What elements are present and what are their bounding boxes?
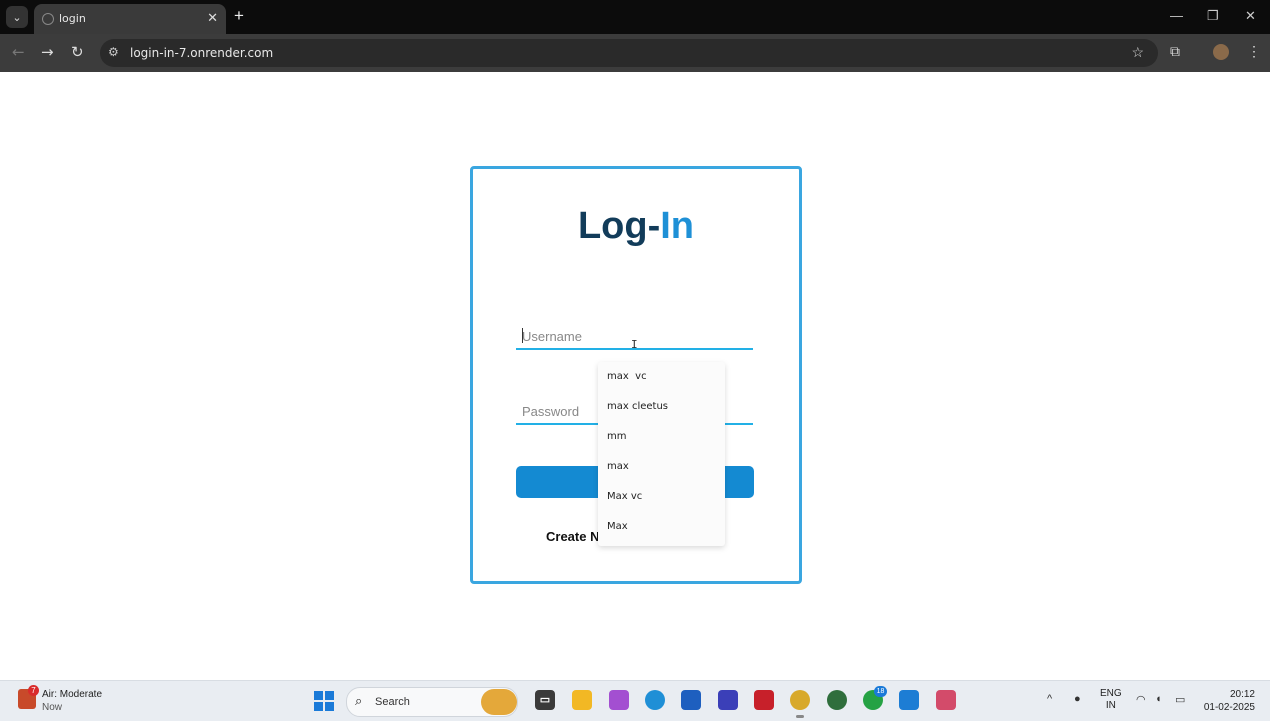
battery-icon[interactable]: ▭ [1175,693,1185,706]
forward-arrow-icon[interactable]: → [41,43,54,61]
globe-icon [42,13,54,25]
browser-tab[interactable]: login ✕ [34,4,226,34]
volume-icon[interactable]: ◖ [1155,693,1162,705]
whatsapp-badge: 18 [874,686,887,697]
search-label: Search [375,696,410,708]
lang-code: ENG [1100,688,1122,699]
url-text[interactable]: login-in-7.onrender.com [130,46,273,60]
text-cursor-icon: I [631,338,638,351]
search-icon: ⌕ [355,693,363,708]
address-bar[interactable]: ⚙ login-in-7.onrender.com ☆ [100,39,1158,67]
mongodb-icon[interactable] [827,690,847,710]
site-info-icon[interactable]: ⚙ [108,45,119,59]
profile-avatar[interactable] [1213,44,1229,60]
browser-toolbar: ← → ↻ ⚙ login-in-7.onrender.com ☆ ⧉ ⋮ [0,34,1270,72]
text-caret [522,328,523,343]
more-menu-icon[interactable]: ⋮ [1247,43,1261,60]
language-indicator[interactable]: ENG IN [1100,688,1122,712]
lang-region: IN [1105,700,1116,711]
clock-date: 01-02-2025 [1203,702,1255,713]
editor-app-icon[interactable] [718,690,738,710]
copilot-icon[interactable] [609,690,629,710]
back-arrow-icon[interactable]: ← [12,43,25,61]
title-part-in: In [660,205,695,247]
weather-title: Air: Moderate [42,689,103,700]
search-highlight-icon [481,689,517,715]
wifi-icon[interactable]: ◠ [1136,693,1146,706]
active-app-indicator [796,715,804,718]
clock[interactable]: 20:12 01-02-2025 [1200,688,1255,714]
microphone-icon[interactable]: ● [1074,693,1081,705]
title-part-log: Log- [577,205,661,247]
tab-title: login [59,12,86,25]
mcafee-icon[interactable] [754,690,774,710]
file-explorer-icon[interactable] [572,690,592,710]
autocomplete-item[interactable]: max vc [598,362,725,392]
page-title: Log-In [473,205,799,248]
autocomplete-item[interactable]: mm [598,422,725,452]
bookmark-star-icon[interactable]: ☆ [1131,44,1144,61]
window-close-icon[interactable]: ✕ [1245,8,1256,24]
autocomplete-item[interactable]: Max [598,512,725,542]
clock-time: 20:12 [1229,689,1255,700]
taskbar-search[interactable]: ⌕ Search [346,687,518,717]
reload-icon[interactable]: ↻ [71,43,84,61]
taskbar: 7 Air: Moderate Now ⌕ Search ▭ ^ ● ENG I… [0,680,1270,721]
chrome-icon[interactable] [790,690,810,710]
autocomplete-item[interactable]: max [598,452,725,482]
extensions-puzzle-icon[interactable]: ⧉ [1170,43,1180,60]
autocomplete-item[interactable]: max cleetus [598,392,725,422]
tray-chevron-up-icon[interactable]: ^ [1047,693,1052,705]
windows-start-icon[interactable] [314,691,334,711]
autocomplete-item[interactable]: Max vc [598,482,725,512]
minimize-icon[interactable]: — [1170,8,1183,23]
autocomplete-dropdown: max vc max cleetus mm max Max vc Max [598,362,725,546]
edge-icon[interactable] [645,690,665,710]
store-icon[interactable] [681,690,701,710]
plus-icon[interactable]: + [234,6,244,26]
close-icon[interactable]: ✕ [207,10,218,26]
create-account-link[interactable]: Create N [546,529,599,544]
weather-badge: 7 [28,685,39,696]
tab-search-chevron-icon[interactable]: ⌄ [6,6,28,28]
weather-subtitle: Now [42,702,63,713]
task-view-icon[interactable]: ▭ [535,690,555,710]
restore-icon[interactable]: ❐ [1207,8,1219,24]
browser-titlebar: ⌄ login ✕ + — ❐ ✕ [0,0,1270,34]
vscode-icon[interactable] [899,690,919,710]
snipping-tool-icon[interactable] [936,690,956,710]
